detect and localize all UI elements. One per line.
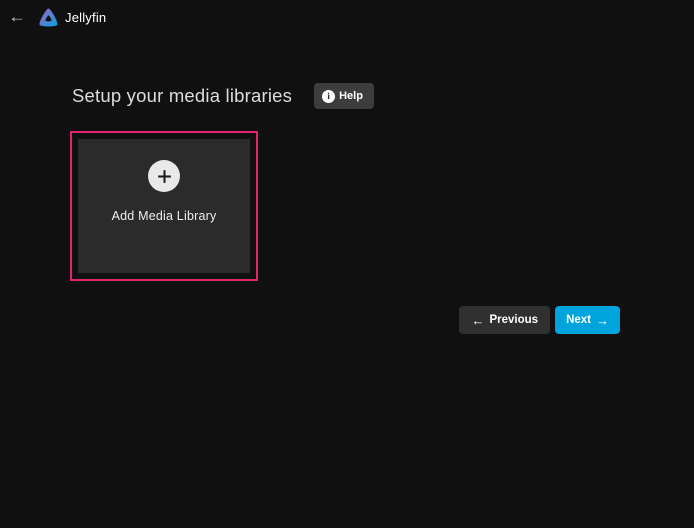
previous-button-label: Previous [489,314,538,326]
top-bar: ← Jellyfin [0,0,694,34]
page-title: Setup your media libraries [72,85,292,107]
previous-button[interactable]: ← Previous [459,306,550,334]
help-button-label: Help [339,90,363,102]
info-icon: i [322,90,335,103]
wizard-nav-buttons: ← Previous Next → [459,306,620,334]
jellyfin-logo-icon [37,6,60,29]
next-button-label: Next [566,314,591,326]
add-media-library-card[interactable]: Add Media Library [70,131,258,281]
next-button[interactable]: Next → [555,306,620,334]
help-button[interactable]: i Help [314,83,374,109]
add-media-library-label: Add Media Library [112,209,217,223]
previous-arrow-icon: ← [471,314,484,327]
back-button[interactable]: ← [2,2,32,32]
plus-icon [148,160,180,192]
add-media-library-card-body: Add Media Library [78,139,250,273]
back-arrow-icon: ← [9,2,26,32]
app-title: Jellyfin [65,10,106,25]
app-brand: Jellyfin [37,6,106,29]
heading-row: Setup your media libraries i Help [72,83,374,109]
next-arrow-icon: → [596,314,609,327]
